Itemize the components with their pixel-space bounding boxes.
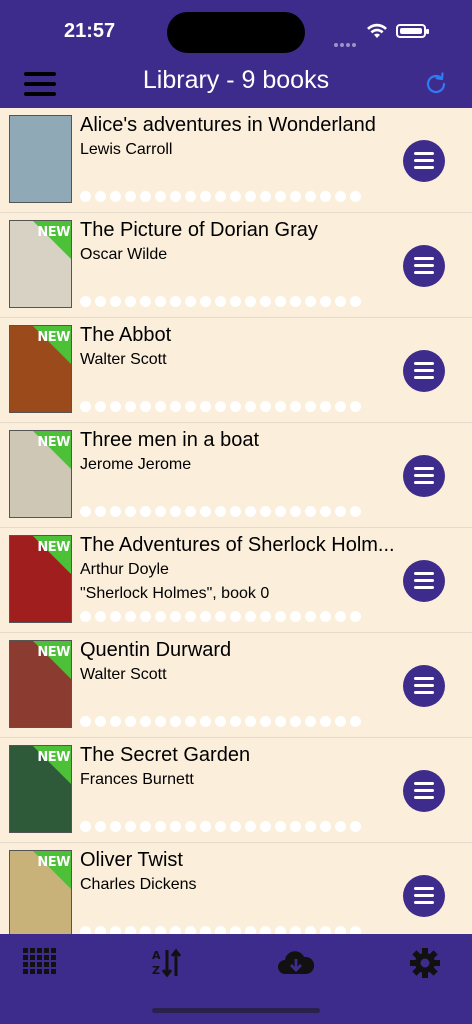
reading-progress-dots: [80, 611, 361, 623]
new-badge: NEW: [33, 746, 71, 784]
dynamic-island: [167, 12, 305, 53]
book-cover-image[interactable]: NEW: [9, 850, 72, 934]
reading-progress-dots: [80, 296, 361, 308]
book-menu-button[interactable]: [403, 560, 445, 602]
book-title: Alice's adventures in Wonderland: [80, 114, 376, 136]
sort-az-icon[interactable]: A Z: [147, 946, 187, 980]
book-author: Oscar Wilde: [80, 246, 168, 263]
svg-text:Z: Z: [152, 964, 160, 977]
book-author: Walter Scott: [80, 351, 167, 368]
book-cover-image[interactable]: NEW: [9, 745, 72, 833]
gear-icon[interactable]: [405, 946, 445, 980]
book-cover-image[interactable]: NEW: [9, 220, 72, 308]
svg-text:A: A: [152, 949, 161, 962]
status-bar: 21:57: [0, 0, 472, 60]
reading-progress-dots: [80, 926, 361, 934]
book-title: The Secret Garden: [80, 744, 251, 766]
book-row[interactable]: NEW Quentin Durward Walter Scott: [0, 633, 472, 738]
book-author: Charles Dickens: [80, 876, 197, 893]
book-series: "Sherlock Holmes", book 0: [80, 585, 270, 602]
book-menu-button[interactable]: [403, 140, 445, 182]
book-title: Oliver Twist: [80, 849, 183, 871]
reading-progress-dots: [80, 716, 361, 728]
reading-progress-dots: [80, 821, 361, 833]
nav-bar: Library - 9 books: [0, 60, 472, 108]
book-row[interactable]: NEW Three men in a boat Jerome Jerome: [0, 423, 472, 528]
book-list[interactable]: Alice's adventures in Wonderland Lewis Ca…: [0, 108, 472, 934]
book-title: The Picture of Dorian Gray: [80, 219, 318, 241]
new-badge: NEW: [33, 641, 71, 679]
book-cover-image[interactable]: NEW: [9, 535, 72, 623]
book-author: Walter Scott: [80, 666, 167, 683]
new-badge: NEW: [33, 851, 71, 889]
battery-icon: [396, 24, 429, 38]
book-cover-image[interactable]: NEW: [9, 430, 72, 518]
book-row[interactable]: NEW The Picture of Dorian Gray Oscar Wilde: [0, 213, 472, 318]
book-cover-image[interactable]: NEW: [9, 325, 72, 413]
book-menu-button[interactable]: [403, 245, 445, 287]
book-title: The Adventures of Sherlock Holm...: [80, 534, 395, 556]
status-time: 21:57: [64, 20, 116, 42]
new-badge: NEW: [33, 326, 71, 364]
book-cover-image[interactable]: [9, 115, 72, 203]
book-row[interactable]: NEW The Adventures of Sherlock Holm... Art…: [0, 528, 472, 633]
book-menu-button[interactable]: [403, 875, 445, 917]
grid-icon[interactable]: [20, 946, 60, 980]
book-author: Jerome Jerome: [80, 456, 192, 473]
book-menu-button[interactable]: [403, 455, 445, 497]
reading-progress-dots: [80, 191, 361, 203]
book-author: Lewis Carroll: [80, 141, 173, 158]
home-indicator: [152, 1008, 320, 1013]
new-badge: NEW: [33, 536, 71, 574]
reading-progress-dots: [80, 401, 361, 413]
book-menu-button[interactable]: [403, 770, 445, 812]
book-author: Frances Burnett: [80, 771, 194, 788]
book-row[interactable]: NEW The Secret Garden Frances Burnett: [0, 738, 472, 843]
refresh-icon[interactable]: [422, 70, 450, 98]
book-row[interactable]: NEW Oliver Twist Charles Dickens: [0, 843, 472, 934]
cloud-download-icon[interactable]: [276, 946, 316, 980]
book-title: Quentin Durward: [80, 639, 232, 661]
book-menu-button[interactable]: [403, 665, 445, 707]
book-row[interactable]: Alice's adventures in Wonderland Lewis Ca…: [0, 108, 472, 213]
new-badge: NEW: [33, 431, 71, 469]
book-title: The Abbot: [80, 324, 172, 346]
wifi-icon: [367, 23, 387, 38]
book-menu-button[interactable]: [403, 350, 445, 392]
book-author: Arthur Doyle: [80, 561, 169, 578]
book-title: Three men in a boat: [80, 429, 259, 451]
book-row[interactable]: NEW The Abbot Walter Scott: [0, 318, 472, 423]
cellular-signal-icon: [334, 34, 360, 47]
reading-progress-dots: [80, 506, 361, 518]
book-cover-image[interactable]: NEW: [9, 640, 72, 728]
new-badge: NEW: [33, 221, 71, 259]
page-title: Library - 9 books: [142, 66, 330, 94]
